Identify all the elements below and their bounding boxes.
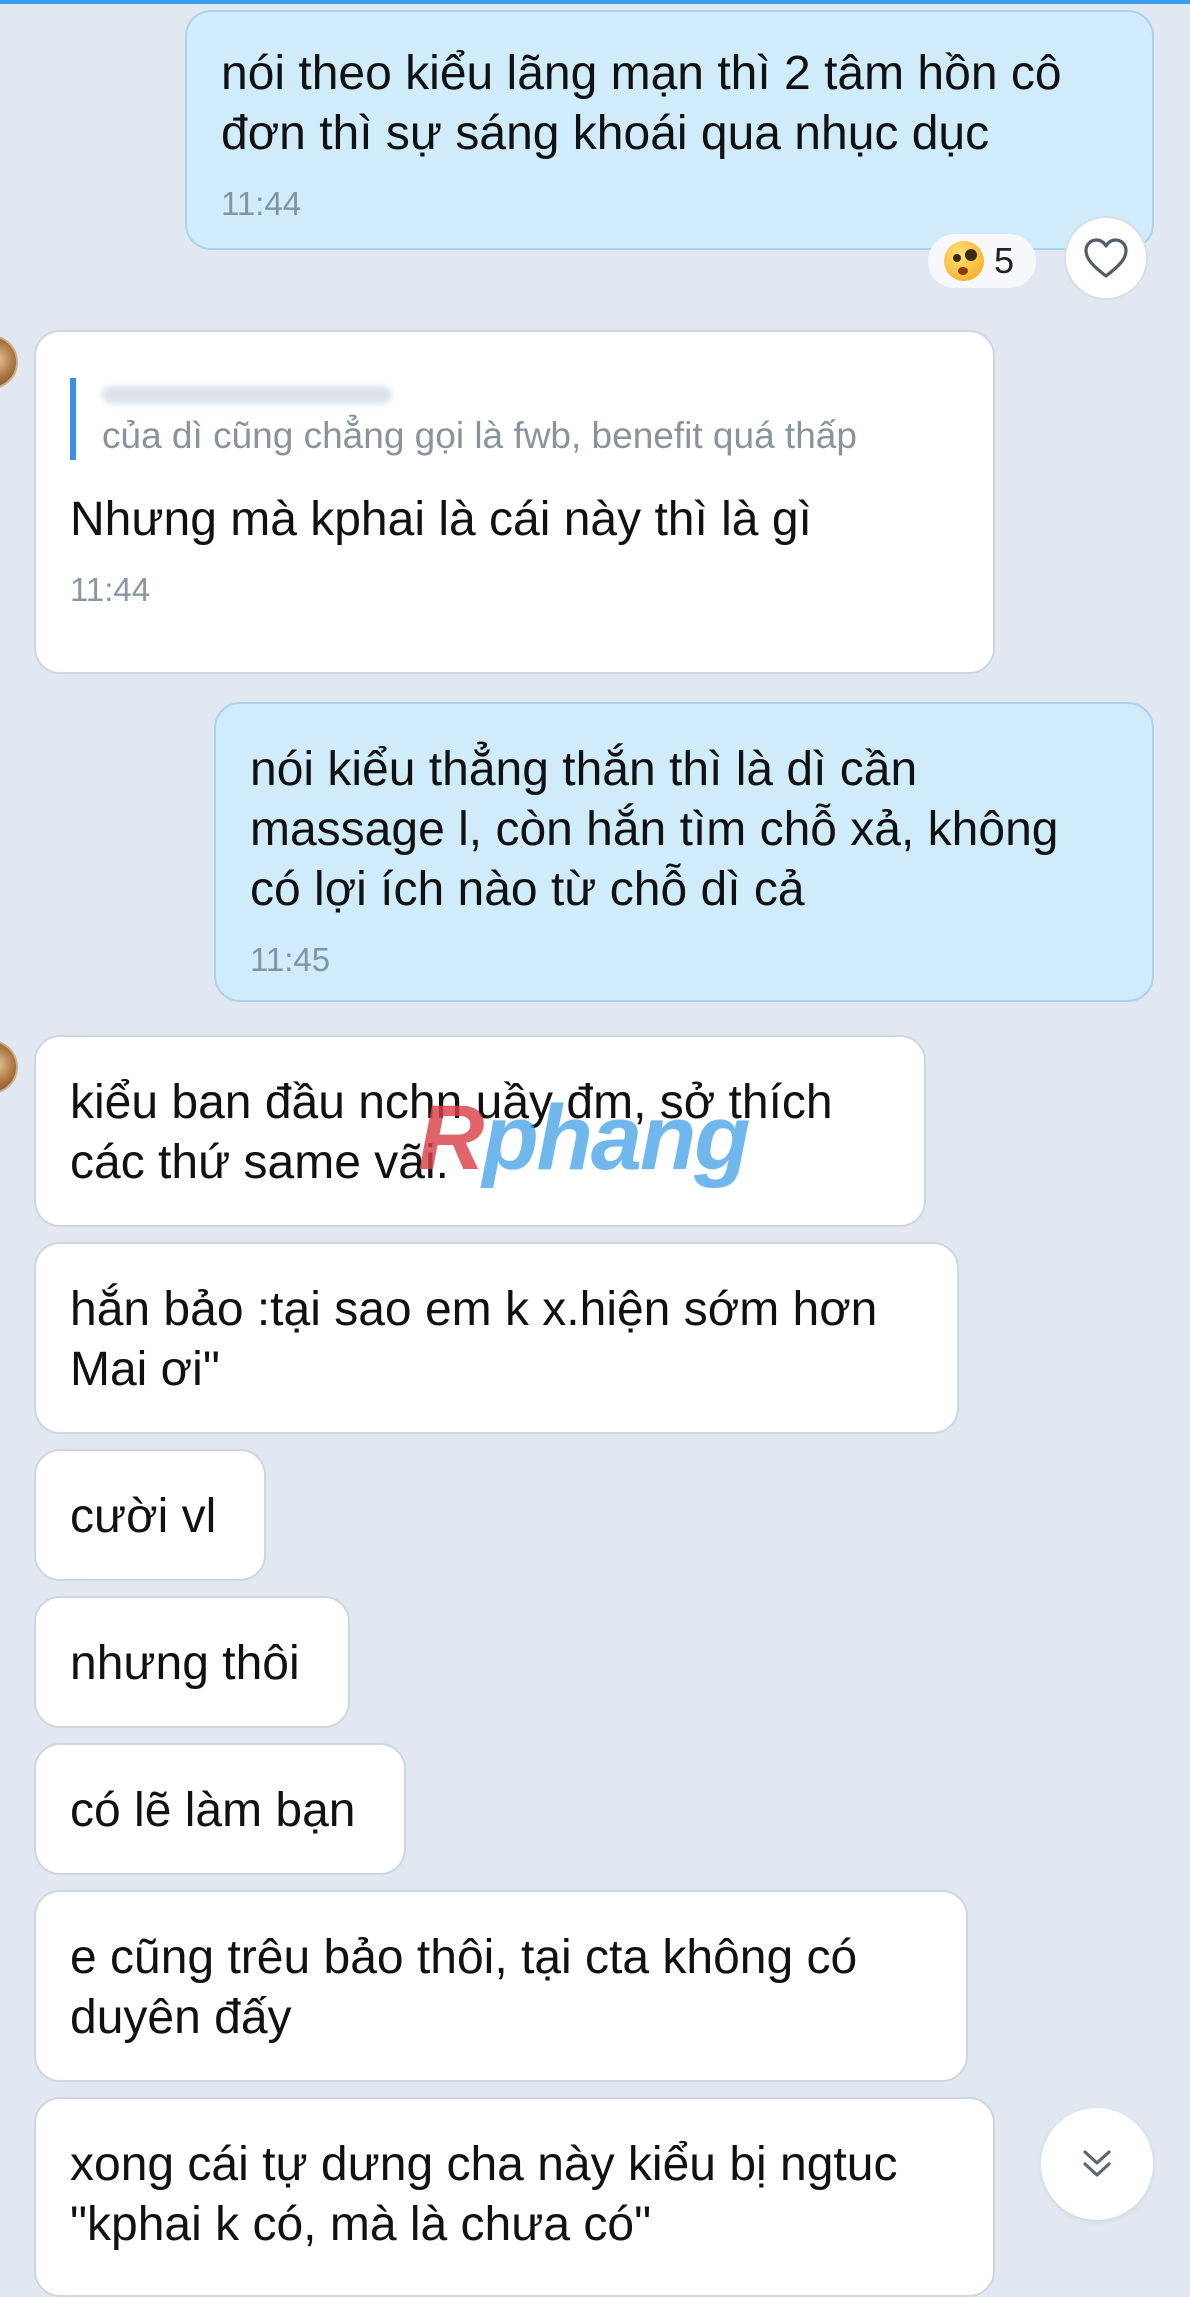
message-text: nhưng thôi bbox=[70, 1637, 300, 1690]
message-time: 11:44 bbox=[70, 571, 151, 608]
message-bubble-incoming[interactable]: xong cái tự dưng cha này kiểu bị ngtuc "… bbox=[34, 2097, 995, 2297]
message-text: nói theo kiểu lãng mạn thì 2 tâm hồn cô … bbox=[221, 47, 1062, 160]
message-bubble-incoming[interactable]: e cũng trêu bảo thôi, tại cta không có d… bbox=[34, 1890, 968, 2082]
message-bubble-incoming[interactable]: có lẽ làm bạn bbox=[34, 1743, 406, 1875]
face-with-monocle-emoji-icon bbox=[944, 241, 984, 281]
message-text: có lẽ làm bạn bbox=[70, 1784, 356, 1837]
reaction-badge[interactable]: 5 bbox=[928, 234, 1036, 288]
message-text: cười vl bbox=[70, 1490, 217, 1543]
heart-outline-icon bbox=[1084, 238, 1128, 278]
message-bubble-incoming[interactable]: kiểu ban đầu nchn uầy đm, sở thích các t… bbox=[34, 1035, 926, 1227]
message-bubble-outgoing[interactable]: nói theo kiểu lãng mạn thì 2 tâm hồn cô … bbox=[185, 10, 1154, 250]
message-text: kiểu ban đầu nchn uầy đm, sở thích các t… bbox=[70, 1076, 833, 1189]
message-text: Nhưng mà kphai là cái này thì là gì bbox=[70, 493, 812, 546]
message-bubble-outgoing[interactable]: nói kiểu thẳng thắn thì là dì cần massag… bbox=[214, 702, 1154, 1002]
message-time: 11:44 bbox=[221, 185, 302, 222]
message-time: 11:45 bbox=[250, 941, 331, 978]
double-chevron-down-icon bbox=[1083, 2150, 1111, 2177]
quoted-message[interactable]: của dì cũng chẳng gọi là fwb, benefit qu… bbox=[70, 378, 959, 460]
message-bubble-incoming[interactable]: của dì cũng chẳng gọi là fwb, benefit qu… bbox=[34, 330, 995, 674]
message-text: nói kiểu thẳng thắn thì là dì cần massag… bbox=[250, 743, 1059, 916]
message-bubble-incoming[interactable]: cười vl bbox=[34, 1449, 266, 1581]
message-text: hắn bảo :tại sao em k x.hiện sớm hơn Mai… bbox=[70, 1283, 878, 1396]
quoted-text: của dì cũng chẳng gọi là fwb, benefit qu… bbox=[102, 415, 857, 456]
message-text: e cũng trêu bảo thôi, tại cta không có d… bbox=[70, 1931, 858, 2044]
quoted-sender-name-blurred bbox=[102, 378, 959, 412]
message-text: xong cái tự dưng cha này kiểu bị ngtuc "… bbox=[70, 2138, 898, 2251]
reaction-count: 5 bbox=[994, 240, 1015, 281]
message-bubble-incoming[interactable]: hắn bảo :tại sao em k x.hiện sớm hơn Mai… bbox=[34, 1242, 959, 1434]
top-accent-strip bbox=[0, 0, 1190, 4]
sender-avatar[interactable] bbox=[0, 1040, 18, 1094]
message-bubble-incoming[interactable]: nhưng thôi bbox=[34, 1596, 350, 1728]
sender-avatar[interactable] bbox=[0, 335, 18, 389]
scroll-to-bottom-button[interactable] bbox=[1041, 2108, 1153, 2220]
like-button[interactable] bbox=[1064, 216, 1148, 300]
